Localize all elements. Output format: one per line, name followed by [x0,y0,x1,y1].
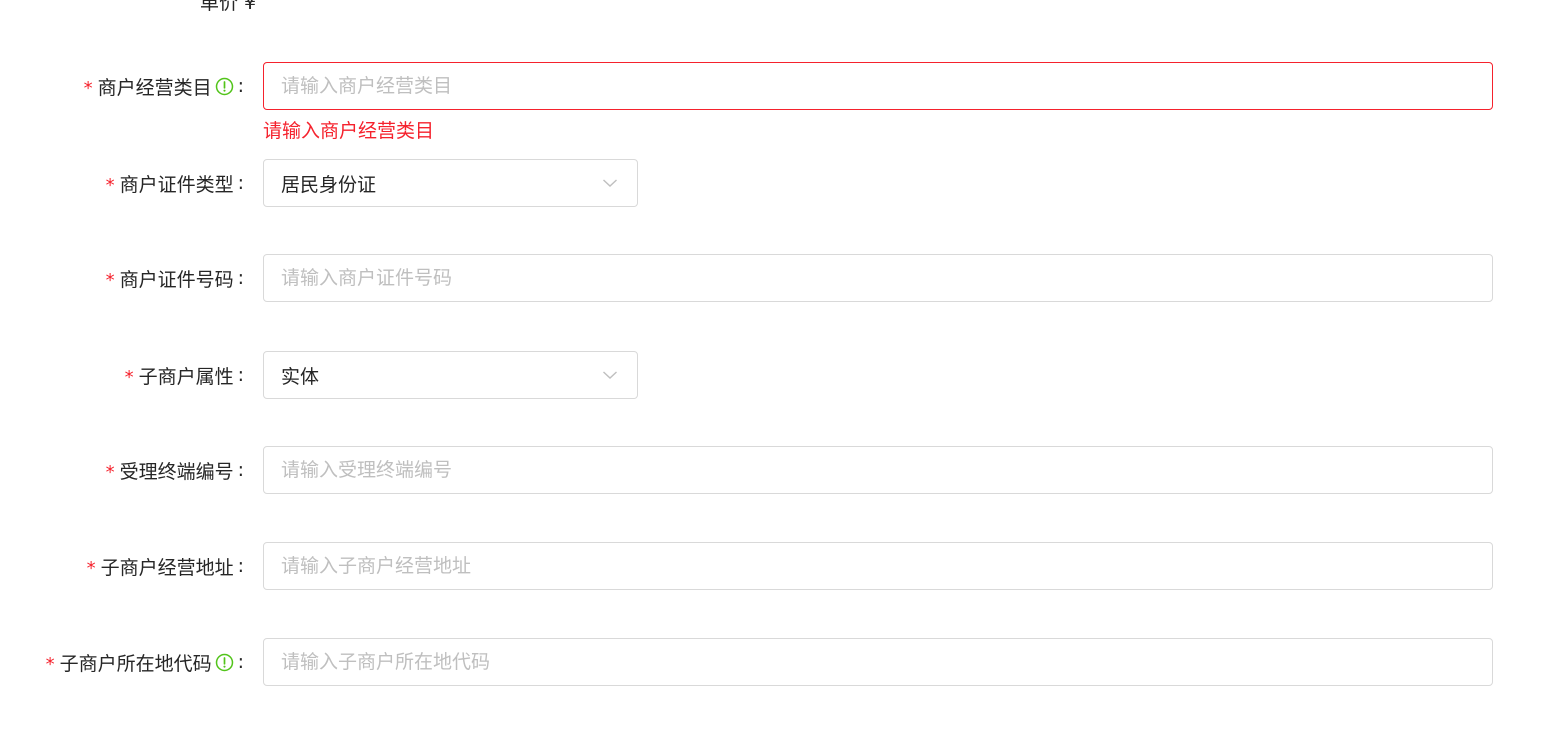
required-mark: * [105,174,115,196]
form-row-id-number: * 商户证件号码 : [0,254,1563,302]
label-text: 子商户属性 [138,365,234,388]
form-row-sub-address: * 子商户经营地址 : [0,542,1563,590]
label-colon: : [237,651,244,673]
merchant-form: 单价 ¥ * 商户经营类目 : 请输入商户经营类目 * 商户证件类型 : [0,0,1563,729]
id-type-select[interactable]: 居民身份证 [263,159,638,207]
form-row-sub-attr: * 子商户属性 : 实体 [0,351,1563,399]
form-row-terminal-no: * 受理终端编号 : [0,446,1563,494]
required-mark: * [124,366,134,388]
label-colon: : [237,172,244,194]
label-colon: : [237,267,244,289]
required-mark: * [45,653,55,675]
category-input[interactable] [263,62,1493,110]
label-text: 商户证件类型 [119,173,234,196]
required-mark: * [105,461,115,483]
label-colon: : [237,555,244,577]
terminal-no-input[interactable] [263,446,1493,494]
required-mark: * [105,269,115,291]
field-label-sub-region-code: * 子商户所在地代码 : [46,638,244,686]
required-mark: * [86,557,96,579]
id-number-input[interactable] [263,254,1493,302]
chevron-down-icon [602,175,618,191]
info-circle-icon[interactable] [215,77,234,96]
info-circle-icon[interactable] [215,653,234,672]
field-label-id-type: * 商户证件类型 : [106,159,244,207]
sub-region-code-input[interactable] [263,638,1493,686]
form-row-id-type: * 商户证件类型 : 居民身份证 [0,159,1563,207]
label-text: 受理终端编号 [119,460,234,483]
chevron-down-icon [602,367,618,383]
form-row-sub-region-code: * 子商户所在地代码 : [0,638,1563,686]
form-row-category: * 商户经营类目 : 请输入商户经营类目 [0,62,1563,142]
field-label-id-number: * 商户证件号码 : [106,254,244,302]
required-mark: * [83,77,93,99]
select-value: 实体 [281,365,320,388]
label-text: 子商户经营地址 [100,556,234,579]
label-text: 商户经营类目 [97,76,212,99]
field-label-sub-address: * 子商户经营地址 : [87,542,244,590]
clipped-header-text: 单价 ¥ [200,0,257,14]
label-colon: : [237,75,244,97]
label-text: 商户证件号码 [119,268,234,291]
field-label-terminal-no: * 受理终端编号 : [106,446,244,494]
field-label-category: * 商户经营类目 : [84,62,244,110]
field-label-sub-attr: * 子商户属性 : [125,351,244,399]
sub-attr-select[interactable]: 实体 [263,351,638,399]
category-error-message: 请输入商户经营类目 [263,120,435,142]
label-colon: : [237,364,244,386]
label-colon: : [237,459,244,481]
sub-address-input[interactable] [263,542,1493,590]
select-value: 居民身份证 [281,173,377,196]
label-text: 子商户所在地代码 [59,652,212,675]
